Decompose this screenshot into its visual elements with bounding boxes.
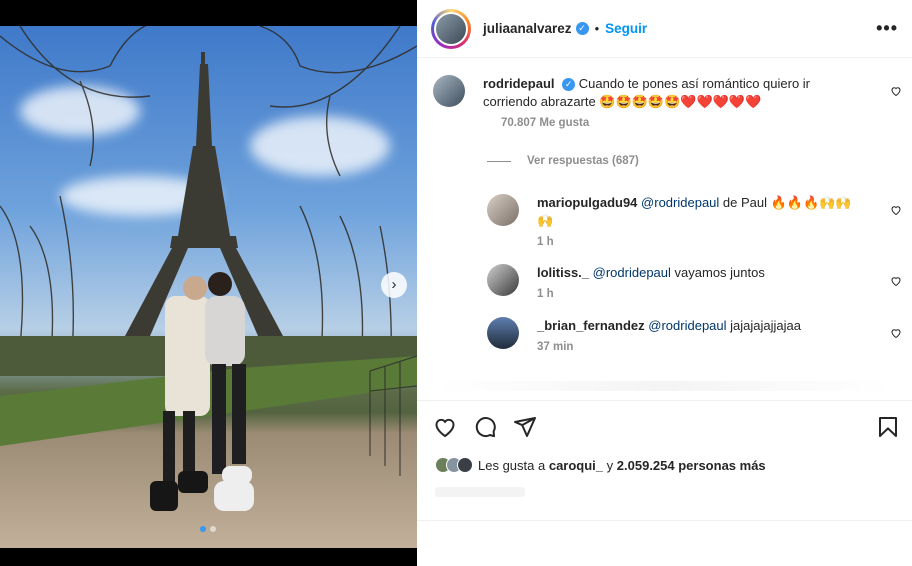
like-comment-heart-icon[interactable] [890,85,902,97]
view-replies-button[interactable]: Ver respuestas (687) [487,155,639,167]
separator-dot: • [594,21,600,36]
like-heart-icon[interactable] [433,415,457,439]
reply-text-block: mariopulgadu94 @rodridepaul de Paul 🔥🔥🔥🙌… [537,194,867,230]
save-bookmark-icon[interactable] [876,415,900,439]
post-header: juliaanalvarez ✓ • Seguir ••• [417,0,912,58]
add-comment-bar[interactable] [417,520,912,566]
reply-author-avatar[interactable] [487,317,519,349]
loading-placeholder [437,381,892,391]
reply-time: 1 h [537,236,554,248]
follow-button[interactable]: Seguir [605,21,647,36]
post-side-panel: juliaanalvarez ✓ • Seguir ••• rodridepau… [417,0,912,566]
instagram-post-view: › juliaanalvarez ✓ • Seguir ••• rodridep… [0,0,912,566]
carousel-next-button[interactable]: › [381,272,407,298]
action-icons [433,415,537,439]
reply-time: 1 h [537,288,554,300]
likes-count[interactable]: 2.059.254 personas más [617,458,766,473]
like-comment-heart-icon[interactable] [890,204,902,216]
verified-badge-icon: ✓ [575,22,589,35]
reply-author[interactable]: _brian_fernandez [537,318,645,333]
post-date-placeholder [435,487,525,497]
caption-text-block: rodridepaul ✓ Cuando te pones así románt… [483,75,843,111]
likes-and: y [606,457,614,473]
liker-avatar[interactable] [457,457,473,473]
reply-comment: lolitiss._ @rodridepaul vayamos juntos 1… [487,264,887,300]
view-replies-label: Ver respuestas (687) [527,155,639,167]
reply-mention[interactable]: @rodridepaul [593,265,671,280]
reply-mention[interactable]: @rodridepaul [648,318,726,333]
comments-list: rodridepaul ✓ Cuando te pones así románt… [417,59,912,399]
like-comment-heart-icon[interactable] [890,275,902,287]
verified-badge-icon: ✓ [562,78,576,91]
eiffel-tower-illustration [0,26,417,511]
caption-comment: rodridepaul ✓ Cuando te pones así románt… [433,75,888,129]
caption-likes[interactable]: 70.807 Me gusta [501,117,843,129]
reply-text: jajajajajjajaa [730,318,801,333]
author-avatar[interactable] [431,8,471,49]
reply-mention[interactable]: @rodridepaul [641,195,719,210]
carousel-dot-active [200,526,206,532]
reply-author-avatar[interactable] [487,264,519,296]
reply-author-avatar[interactable] [487,194,519,226]
caption-author[interactable]: rodridepaul [483,76,555,91]
likes-text: Les gusta a caroqui_ y 2.059.254 persona… [478,458,766,473]
liker-username[interactable]: caroqui_ [549,458,603,473]
share-paper-plane-icon[interactable] [513,415,537,439]
reply-text: vayamos juntos [674,265,765,280]
caption-author-avatar[interactable] [433,75,465,107]
reply-author[interactable]: lolitiss._ [537,265,589,280]
replies-divider-line [487,160,511,162]
reply-comment: _brian_fernandez @rodridepaul jajajajajj… [487,317,887,353]
reply-text-block: lolitiss._ @rodridepaul vayamos juntos [537,264,867,282]
author-username[interactable]: juliaanalvarez [483,21,572,36]
post-actions-bar: Les gusta a caroqui_ y 2.059.254 persona… [417,400,912,520]
reply-time: 37 min [537,341,574,353]
carousel-dot [210,526,216,532]
reply-author[interactable]: mariopulgadu94 [537,195,637,210]
carousel-dots [200,526,216,532]
likes-prefix: Les gusta a [478,457,546,473]
reply-comment: mariopulgadu94 @rodridepaul de Paul 🔥🔥🔥🙌… [487,194,887,248]
like-comment-heart-icon[interactable] [890,327,902,339]
more-options-icon[interactable]: ••• [876,18,898,39]
comment-bubble-icon[interactable] [473,415,497,439]
post-photo[interactable]: › [0,26,417,548]
reply-text-block: _brian_fernandez @rodridepaul jajajajajj… [537,317,867,335]
likes-summary: Les gusta a caroqui_ y 2.059.254 persona… [435,457,766,473]
